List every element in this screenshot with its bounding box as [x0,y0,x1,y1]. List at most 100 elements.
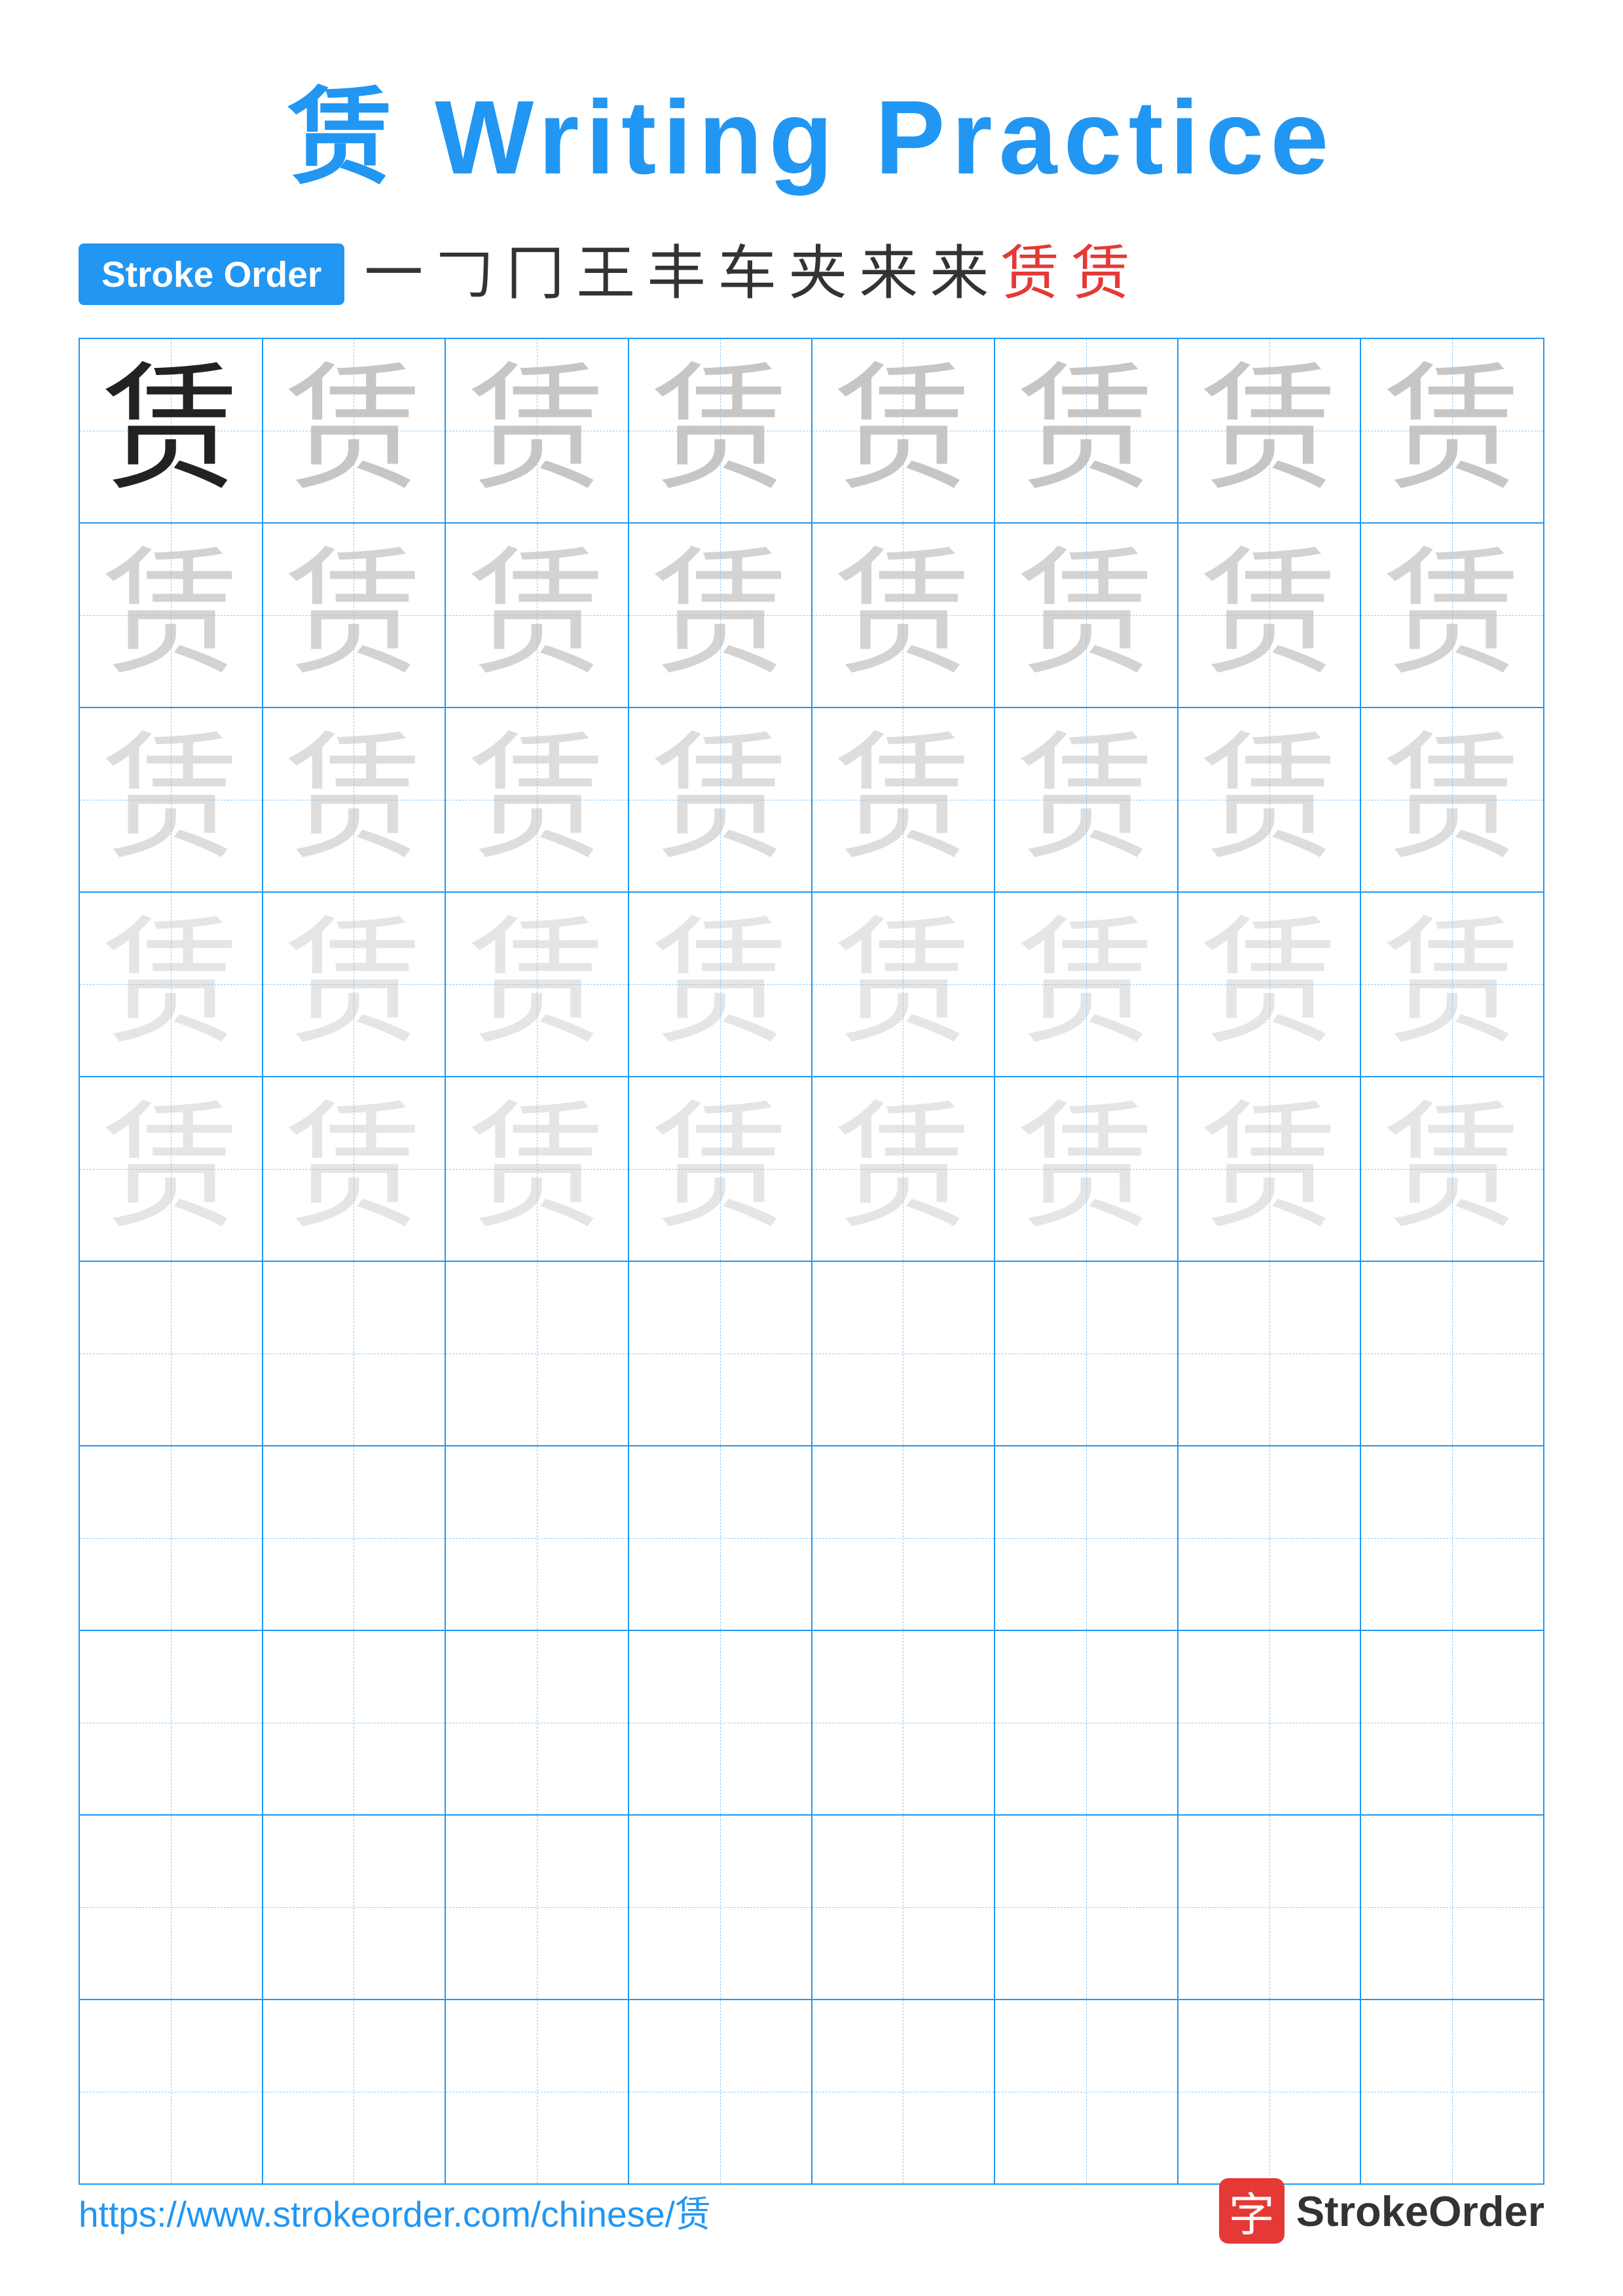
grid-cell-10-1[interactable] [80,2000,263,2183]
grid-cell-8-2[interactable] [263,1631,447,1814]
grid-cell-9-8[interactable] [1361,1816,1543,1999]
grid-cell-7-6[interactable] [995,1446,1178,1630]
grid-cell-2-3[interactable]: 赁 [446,524,629,707]
stroke-char-6: 车 [718,245,776,304]
grid-cell-1-2[interactable]: 赁 [263,339,447,522]
practice-char: 赁 [1383,547,1521,684]
grid-row-10 [80,2000,1543,2183]
grid-cell-10-7[interactable] [1178,2000,1362,2183]
grid-cell-7-4[interactable] [629,1446,812,1630]
practice-char: 赁 [834,362,972,499]
grid-cell-8-3[interactable] [446,1631,629,1814]
practice-char: 赁 [1383,1100,1521,1238]
grid-cell-4-4[interactable]: 赁 [629,893,812,1076]
grid-cell-6-1[interactable] [80,1262,263,1445]
grid-cell-1-3[interactable]: 赁 [446,339,629,522]
grid-cell-8-8[interactable] [1361,1631,1543,1814]
grid-cell-5-1[interactable]: 赁 [80,1077,263,1261]
grid-cell-9-2[interactable] [263,1816,447,1999]
practice-char: 赁 [834,731,972,869]
grid-row-4: 赁 赁 赁 赁 赁 赁 赁 赁 [80,893,1543,1077]
grid-cell-3-5[interactable]: 赁 [812,708,996,891]
footer-url: https://www.strokeorder.com/chinese/赁 [79,2185,711,2237]
grid-cell-9-3[interactable] [446,1816,629,1999]
grid-cell-4-8[interactable]: 赁 [1361,893,1543,1076]
grid-cell-7-1[interactable] [80,1446,263,1630]
grid-cell-2-6[interactable]: 赁 [995,524,1178,707]
grid-cell-1-4[interactable]: 赁 [629,339,812,522]
grid-cell-5-2[interactable]: 赁 [263,1077,447,1261]
grid-cell-4-3[interactable]: 赁 [446,893,629,1076]
grid-cell-2-5[interactable]: 赁 [812,524,996,707]
page: 赁 Writing Practice Stroke Order 一 𠃌 冂 王 … [0,0,1623,2296]
grid-cell-10-4[interactable] [629,2000,812,2183]
stroke-order-chars: 一 𠃌 冂 王 丰 车 夹 来 来 赁 赁 [364,245,1130,304]
grid-cell-6-4[interactable] [629,1262,812,1445]
grid-cell-9-6[interactable] [995,1816,1178,1999]
grid-cell-6-3[interactable] [446,1262,629,1445]
grid-cell-4-5[interactable]: 赁 [812,893,996,1076]
grid-cell-10-5[interactable] [812,2000,996,2183]
grid-cell-9-5[interactable] [812,1816,996,1999]
grid-cell-3-8[interactable]: 赁 [1361,708,1543,891]
page-title: 赁 Writing Practice [79,52,1544,204]
grid-cell-5-6[interactable]: 赁 [995,1077,1178,1261]
grid-cell-5-5[interactable]: 赁 [812,1077,996,1261]
grid-cell-4-7[interactable]: 赁 [1178,893,1362,1076]
grid-cell-3-4[interactable]: 赁 [629,708,812,891]
grid-cell-1-5[interactable]: 赁 [812,339,996,522]
grid-cell-6-7[interactable] [1178,1262,1362,1445]
grid-cell-8-1[interactable] [80,1631,263,1814]
grid-cell-8-7[interactable] [1178,1631,1362,1814]
grid-cell-7-2[interactable] [263,1446,447,1630]
grid-cell-5-8[interactable]: 赁 [1361,1077,1543,1261]
grid-cell-5-7[interactable]: 赁 [1178,1077,1362,1261]
grid-cell-3-3[interactable]: 赁 [446,708,629,891]
grid-cell-7-3[interactable] [446,1446,629,1630]
grid-cell-1-7[interactable]: 赁 [1178,339,1362,522]
grid-cell-8-6[interactable] [995,1631,1178,1814]
grid-cell-3-1[interactable]: 赁 [80,708,263,891]
grid-cell-6-8[interactable] [1361,1262,1543,1445]
grid-cell-4-2[interactable]: 赁 [263,893,447,1076]
practice-grid: 赁 赁 赁 赁 赁 赁 赁 赁 [79,338,1544,2185]
grid-cell-4-1[interactable]: 赁 [80,893,263,1076]
practice-char: 赁 [1017,362,1155,499]
grid-cell-10-2[interactable] [263,2000,447,2183]
grid-cell-4-6[interactable]: 赁 [995,893,1178,1076]
grid-cell-3-7[interactable]: 赁 [1178,708,1362,891]
grid-cell-2-8[interactable]: 赁 [1361,524,1543,707]
practice-char: 赁 [468,362,606,499]
grid-cell-6-5[interactable] [812,1262,996,1445]
grid-cell-7-5[interactable] [812,1446,996,1630]
grid-cell-5-3[interactable]: 赁 [446,1077,629,1261]
practice-char: 赁 [102,547,240,684]
grid-cell-1-1[interactable]: 赁 [80,339,263,522]
grid-row-5: 赁 赁 赁 赁 赁 赁 赁 赁 [80,1077,1543,1262]
grid-cell-1-6[interactable]: 赁 [995,339,1178,522]
practice-char: 赁 [1017,547,1155,684]
grid-cell-2-4[interactable]: 赁 [629,524,812,707]
grid-cell-10-3[interactable] [446,2000,629,2183]
grid-cell-8-5[interactable] [812,1631,996,1814]
grid-cell-6-2[interactable] [263,1262,447,1445]
grid-cell-3-6[interactable]: 赁 [995,708,1178,891]
grid-cell-9-1[interactable] [80,1816,263,1999]
grid-cell-9-7[interactable] [1178,1816,1362,1999]
grid-cell-5-4[interactable]: 赁 [629,1077,812,1261]
grid-cell-8-4[interactable] [629,1631,812,1814]
grid-cell-2-2[interactable]: 赁 [263,524,447,707]
grid-cell-1-8[interactable]: 赁 [1361,339,1543,522]
practice-char: 赁 [1383,731,1521,869]
grid-cell-6-6[interactable] [995,1262,1178,1445]
grid-cell-2-7[interactable]: 赁 [1178,524,1362,707]
grid-cell-10-8[interactable] [1361,2000,1543,2183]
practice-char: 赁 [468,1100,606,1238]
grid-cell-10-6[interactable] [995,2000,1178,2183]
grid-cell-7-8[interactable] [1361,1446,1543,1630]
grid-cell-7-7[interactable] [1178,1446,1362,1630]
grid-cell-3-2[interactable]: 赁 [263,708,447,891]
grid-cell-2-1[interactable]: 赁 [80,524,263,707]
grid-cell-9-4[interactable] [629,1816,812,1999]
stroke-char-7: 夹 [788,245,847,304]
